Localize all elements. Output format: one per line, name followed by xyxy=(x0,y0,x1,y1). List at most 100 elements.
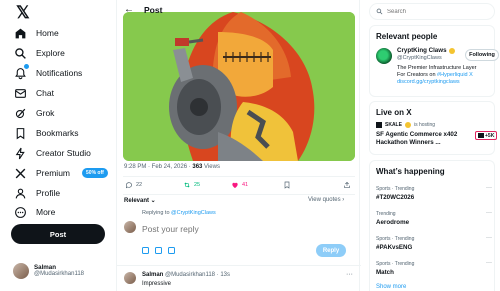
account-name: Salman xyxy=(34,264,57,271)
nav-home-label: Home xyxy=(36,28,59,38)
verified-badge-icon xyxy=(404,122,411,128)
replying-handle[interactable]: @CryptKingClaws xyxy=(171,210,216,216)
nav-profile-label: Profile xyxy=(36,188,61,198)
live-host: SKALE is hosting xyxy=(376,122,435,128)
person-handle[interactable]: @CryptKingClaws xyxy=(397,55,442,61)
nav-chat[interactable]: Chat xyxy=(13,84,54,102)
divider xyxy=(123,194,355,195)
gif-icon[interactable] xyxy=(155,247,162,254)
back-arrow-icon[interactable]: ← xyxy=(124,4,134,15)
trend-item[interactable]: #T20WC2026 xyxy=(376,194,414,201)
avatar[interactable] xyxy=(376,48,392,64)
reply-input[interactable] xyxy=(142,222,282,236)
divider xyxy=(123,176,355,177)
host-name: SKALE xyxy=(385,122,402,128)
heart-icon xyxy=(232,182,238,188)
sort-replies-dropdown[interactable]: Relevant ⌄ xyxy=(124,197,156,204)
trend-category: Sports · Trending xyxy=(376,186,415,192)
nav-bookmarks-label: Bookmarks xyxy=(36,128,79,138)
nav-more[interactable]: More xyxy=(13,203,55,221)
nav-grok-label: Grok xyxy=(36,108,55,118)
x-logo-icon[interactable]: 𝕏 xyxy=(16,4,34,22)
lion-nft-artwork xyxy=(123,12,355,161)
trend-category: Sports · Trending xyxy=(376,236,415,242)
account-switcher[interactable]: Salman @Mudasirkhan118 xyxy=(13,263,84,279)
reply-card[interactable]: Salman @Mudasirkhan118 · 13s Impressive … xyxy=(117,265,361,291)
user-icon xyxy=(13,186,27,200)
person-bio: The Premier Infrastructure Layer For Cre… xyxy=(397,65,477,86)
nav-premium-label: Premium xyxy=(36,168,71,178)
skale-logo-icon xyxy=(376,122,382,128)
more-options-icon[interactable]: ··· xyxy=(486,260,492,266)
emoji-icon[interactable] xyxy=(168,247,175,254)
right-sidebar: Relevant people CryptKing Claws @CryptKi… xyxy=(360,0,500,291)
trend-item[interactable]: #PAKvsENG xyxy=(376,244,412,251)
nav-creator-studio-label: Creator Studio xyxy=(36,148,91,158)
listener-count-badge[interactable]: +5K xyxy=(475,131,498,140)
view-quotes-link[interactable]: View quotes › xyxy=(308,197,344,203)
nav-grok[interactable]: Grok xyxy=(13,104,54,122)
nav-explore[interactable]: Explore xyxy=(13,44,65,62)
nav-more-label: More xyxy=(36,207,56,217)
panel-title: What’s happening xyxy=(376,167,445,176)
more-options-icon[interactable]: ··· xyxy=(486,235,492,241)
relevant-people-panel: Relevant people CryptKing Claws @CryptKi… xyxy=(369,25,499,97)
notification-dot xyxy=(23,63,30,70)
show-more-link[interactable]: Show more xyxy=(376,284,406,290)
views-count: 363 xyxy=(192,164,203,170)
search-input[interactable] xyxy=(387,8,487,15)
repost-icon xyxy=(184,182,190,188)
bookmark-action[interactable] xyxy=(283,181,291,189)
media-icon[interactable] xyxy=(142,247,149,254)
envelope-icon xyxy=(13,86,27,100)
verified-badge-icon xyxy=(448,47,455,54)
x-premium-icon xyxy=(13,166,27,180)
lightning-icon xyxy=(13,146,27,160)
bookmark-icon xyxy=(13,126,27,140)
nav-profile[interactable]: Profile xyxy=(13,184,60,202)
nav-bookmarks[interactable]: Bookmarks xyxy=(13,124,79,142)
post-media-image[interactable] xyxy=(123,12,355,161)
search-box[interactable] xyxy=(369,3,495,20)
avatar xyxy=(124,272,136,284)
trend-item[interactable]: Aerodrome xyxy=(376,219,409,226)
replying-prefix: Replying to xyxy=(142,210,172,216)
person-name[interactable]: CryptKing Claws xyxy=(397,47,455,54)
trend-category: Sports · Trending xyxy=(376,261,415,267)
repost-count: 25 xyxy=(194,182,201,188)
reply-text: Impressive xyxy=(142,281,172,287)
like-action[interactable]: 41 xyxy=(231,181,248,189)
nav-premium[interactable]: Premium 50% off xyxy=(13,164,108,182)
reply-header: Salman @Mudasirkhan118 · 13s xyxy=(142,272,230,278)
reply-author-name: Salman xyxy=(142,272,164,278)
reply-count: 22 xyxy=(136,182,143,188)
like-count: 41 xyxy=(242,182,249,188)
post-button[interactable]: Post xyxy=(11,224,105,244)
page-title: Post xyxy=(144,5,163,15)
repost-action[interactable]: 25 xyxy=(183,181,200,189)
reply-button[interactable]: Reply xyxy=(316,244,346,257)
reply-toolbar xyxy=(142,247,175,254)
post-header: ← Post xyxy=(117,0,361,21)
more-options-icon[interactable]: ··· xyxy=(486,210,492,216)
views-label: Views xyxy=(202,164,220,170)
more-options-icon[interactable]: ··· xyxy=(486,185,492,191)
nav-notifications[interactable]: Notifications xyxy=(13,63,82,82)
grok-icon xyxy=(13,106,27,120)
reply-meta: @Mudasirkhan118 · 13s xyxy=(163,272,231,278)
reply-icon xyxy=(125,182,132,189)
share-action[interactable] xyxy=(343,181,351,189)
following-button[interactable]: Following xyxy=(465,49,499,61)
trend-item[interactable]: Match xyxy=(376,269,394,276)
bio-hashtag-link[interactable]: #Hyperliquid xyxy=(437,72,468,78)
nav-home[interactable]: Home xyxy=(13,24,59,42)
avatar xyxy=(13,263,29,279)
account-handle: @Mudasirkhan118 xyxy=(34,271,85,277)
post-actions: 22 25 41 xyxy=(117,181,361,193)
trend-category: Trending xyxy=(376,211,396,217)
live-space-title[interactable]: SF Agentic Commerce x402 Hackathon Winne… xyxy=(376,131,468,147)
more-options-icon[interactable]: ··· xyxy=(346,271,353,278)
more-circle-icon xyxy=(13,205,27,219)
nav-creator-studio[interactable]: Creator Studio xyxy=(13,144,91,162)
reply-action[interactable]: 22 xyxy=(125,181,142,189)
